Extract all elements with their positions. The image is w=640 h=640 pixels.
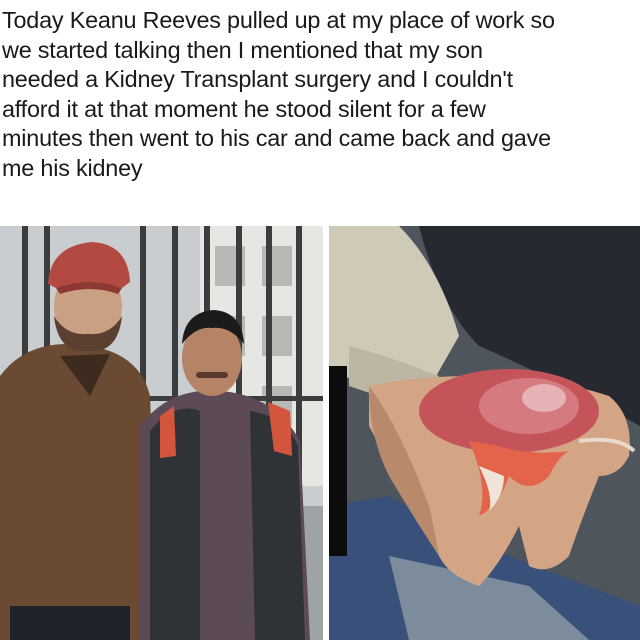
photo-kidney-in-hand: [329, 226, 640, 640]
photo-two-men: [0, 226, 323, 640]
caption-line: Today Keanu Reeves pulled up at my place…: [2, 7, 555, 33]
post-caption: Today Keanu Reeves pulled up at my place…: [2, 6, 638, 183]
caption-line: needed a Kidney Transplant surgery and I…: [2, 66, 513, 92]
photo-kidney-in-hand-icon: [329, 226, 640, 640]
photo-two-men-icon: [0, 226, 323, 640]
caption-line: we started talking then I mentioned that…: [2, 36, 483, 63]
caption-line: afford it at that moment he stood silent…: [2, 95, 486, 122]
caption-line: me his kidney: [2, 154, 143, 181]
caption-line: minutes then went to his car and came ba…: [2, 125, 551, 151]
